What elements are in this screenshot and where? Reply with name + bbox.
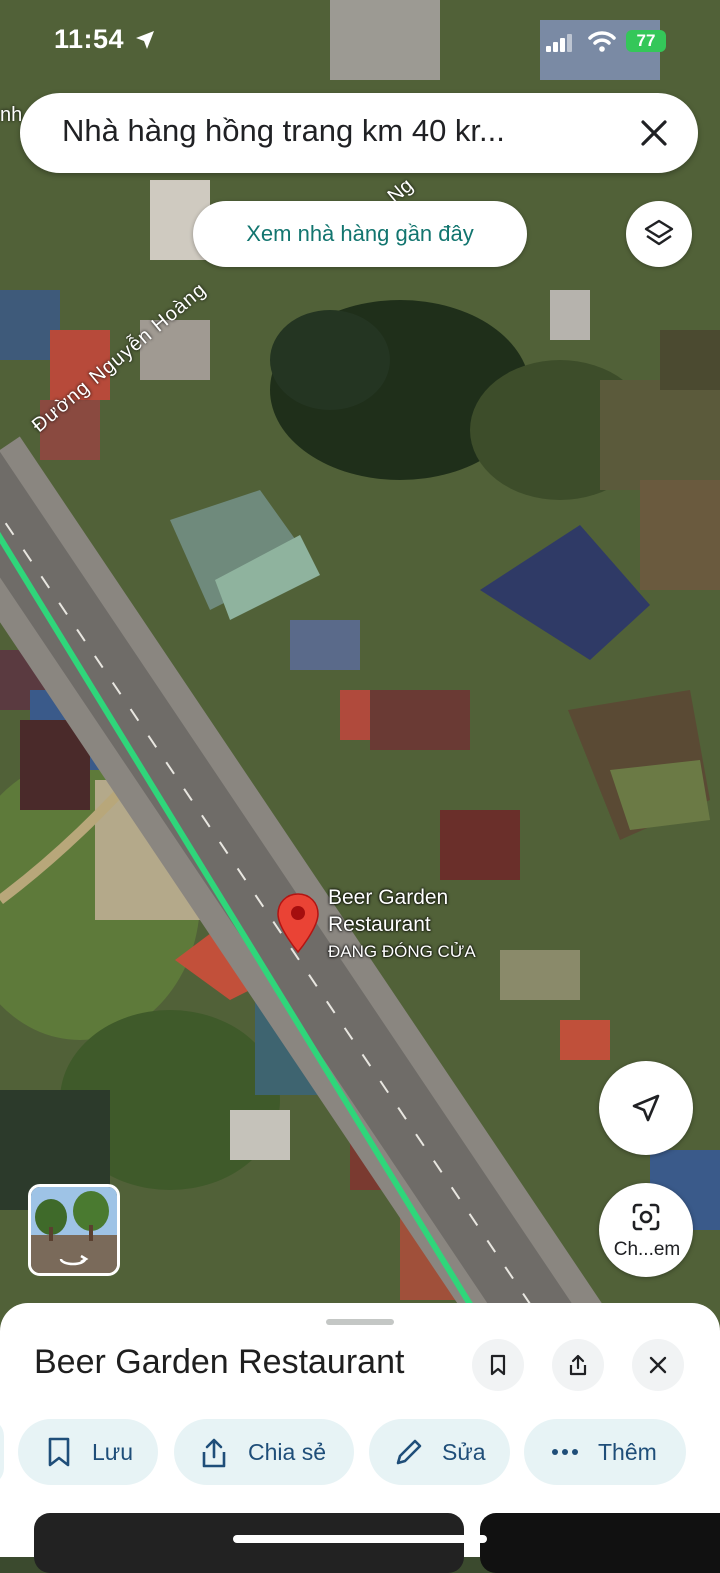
camera-lens-icon	[632, 1203, 660, 1231]
camera-button-label: Ch...em	[613, 1239, 681, 1260]
action-pill-hidden[interactable]	[0, 1419, 4, 1485]
status-bar: 11:54 77	[0, 24, 720, 60]
share-pill-label: Chia sẻ	[248, 1439, 326, 1465]
save-pill[interactable]: Lưu	[18, 1419, 158, 1485]
wifi-icon	[588, 30, 616, 57]
edit-pill-label: Sửa	[442, 1439, 486, 1465]
photo-thumbnail[interactable]	[34, 1513, 464, 1573]
my-location-button[interactable]	[599, 1061, 693, 1155]
edit-pill[interactable]: Sửa	[369, 1419, 510, 1485]
share-icon	[202, 1438, 226, 1468]
share-button[interactable]	[552, 1339, 604, 1391]
bookmark-icon	[490, 1354, 506, 1376]
share-pill[interactable]: Chia sẻ	[174, 1419, 354, 1485]
home-indicator	[233, 1535, 487, 1543]
search-bar[interactable]: Nhà hàng hồng trang km 40 kr...	[20, 93, 698, 173]
more-pill[interactable]: Thêm	[524, 1419, 686, 1485]
map-label-edge: nh	[0, 104, 23, 126]
location-arrow-icon	[134, 29, 156, 56]
place-title: Beer Garden Restaurant	[34, 1343, 405, 1381]
place-bottom-sheet[interactable]: Beer Garden Restaurant Lưu Chia sẻ Sửa T…	[0, 1303, 720, 1573]
layers-icon	[644, 219, 674, 246]
close-icon[interactable]	[634, 113, 674, 153]
pencil-icon	[396, 1439, 422, 1465]
more-horizontal-icon	[552, 1449, 578, 1455]
sheet-drag-handle[interactable]	[326, 1319, 394, 1325]
close-sheet-button[interactable]	[632, 1339, 684, 1391]
save-pill-label: Lưu	[92, 1439, 133, 1465]
cellular-signal-icon	[546, 34, 574, 57]
save-button[interactable]	[472, 1339, 524, 1391]
status-time: 11:54	[54, 24, 125, 54]
more-pill-label: Thêm	[598, 1439, 657, 1465]
pin-name-line1: Beer Garden	[328, 886, 449, 909]
place-pin-label[interactable]: Beer Garden Restaurant ĐANG ĐÓNG CỬA	[328, 884, 476, 965]
search-query[interactable]: Nhà hàng hồng trang km 40 kr...	[62, 113, 505, 149]
camera-search-button[interactable]: Ch...em	[599, 1183, 693, 1277]
pin-name-line2: Restaurant	[328, 913, 431, 936]
share-icon	[569, 1354, 587, 1376]
bookmark-icon	[48, 1437, 70, 1467]
photo-thumbnail[interactable]	[480, 1513, 720, 1573]
navigation-arrow-icon	[632, 1094, 660, 1122]
place-pin-icon[interactable]	[276, 892, 320, 959]
layers-button[interactable]	[626, 201, 692, 267]
battery-indicator: 77	[626, 30, 666, 52]
street-view-thumbnail[interactable]	[28, 1184, 120, 1276]
close-icon	[649, 1356, 667, 1374]
pin-status: ĐANG ĐÓNG CỬA	[328, 942, 476, 961]
nearby-restaurants-chip[interactable]: Xem nhà hàng gần đây	[193, 201, 527, 267]
